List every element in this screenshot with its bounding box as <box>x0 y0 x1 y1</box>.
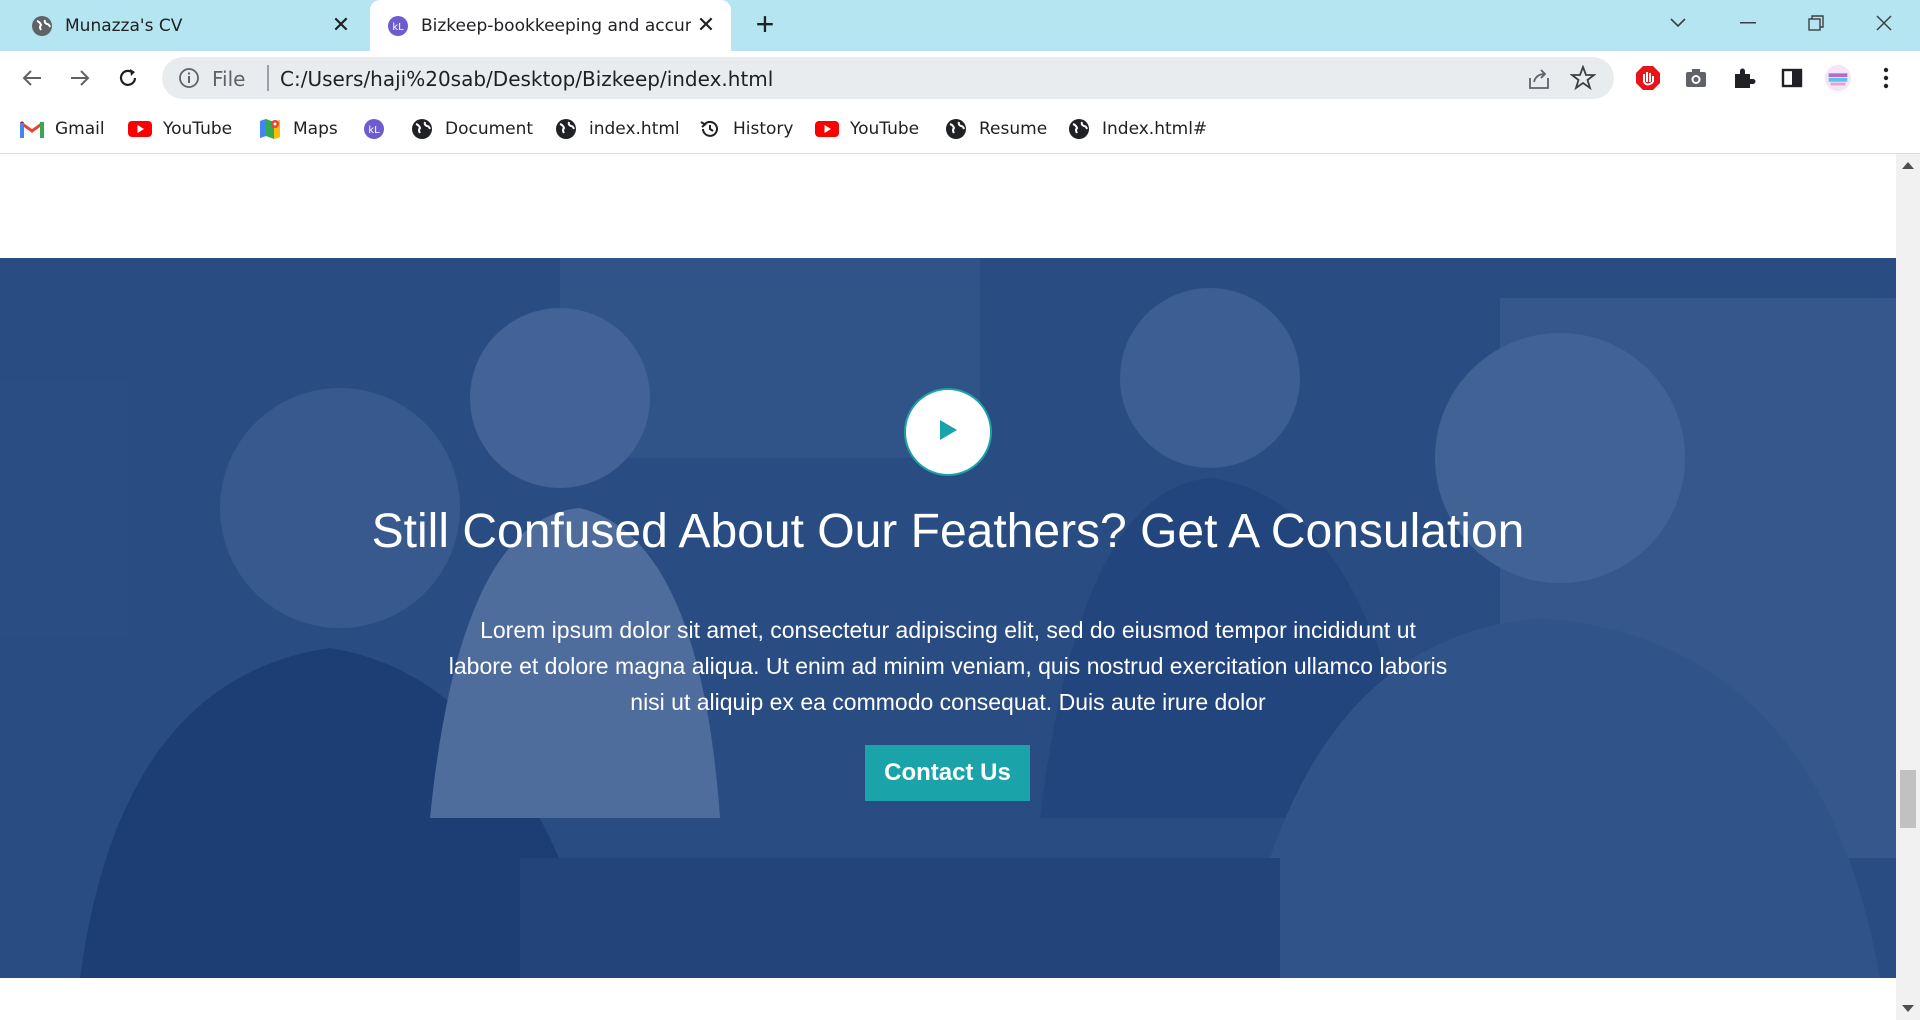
globe-icon <box>1067 117 1091 141</box>
page-viewport: Still Confused About Our Feathers? Get A… <box>0 154 1896 1020</box>
scroll-thumb[interactable] <box>1900 770 1916 828</box>
bookmark-document[interactable]: Document <box>410 115 533 143</box>
scroll-up-arrow-icon[interactable] <box>1902 162 1914 169</box>
play-video-button[interactable] <box>904 388 992 476</box>
url-text[interactable]: C:/Users/haji%20sab/Desktop/Bizkeep/inde… <box>280 67 773 91</box>
bookmark-site[interactable]: kL <box>362 115 397 143</box>
side-panel-icon[interactable] <box>1778 64 1806 92</box>
close-tab-icon[interactable]: ✕ <box>326 13 356 38</box>
bookmark-label: Resume <box>979 119 1048 139</box>
restore-icon[interactable] <box>1794 6 1838 40</box>
bookmark-label: YouTube <box>850 119 920 139</box>
new-tab-button[interactable]: + <box>748 8 782 42</box>
share-icon[interactable] <box>1526 66 1552 92</box>
maps-icon <box>258 117 282 141</box>
info-icon[interactable] <box>178 67 200 89</box>
globe-icon <box>944 117 968 141</box>
youtube-icon <box>815 117 839 141</box>
tab-title: Bizkeep-bookkeeping and accun <box>421 15 691 36</box>
bookmark-star-icon[interactable] <box>1569 64 1597 91</box>
bookmark-label: Maps <box>293 119 338 139</box>
contact-us-button[interactable]: Contact Us <box>865 745 1030 801</box>
site-logo-icon: kL <box>362 117 386 141</box>
url-scheme: File <box>212 67 246 91</box>
close-window-icon[interactable] <box>1862 6 1906 40</box>
gmail-icon <box>20 117 44 141</box>
bookmark-label: Document <box>445 119 534 139</box>
profile-avatar-icon[interactable] <box>1824 64 1852 92</box>
bookmark-youtube-2[interactable]: YouTube <box>815 115 919 143</box>
bookmark-label: Index.html# <box>1102 119 1208 139</box>
camera-extension-icon[interactable] <box>1682 64 1710 92</box>
bookmark-index-html[interactable]: index.html <box>554 115 680 143</box>
page-scrollbar[interactable] <box>1896 154 1920 1020</box>
close-tab-icon[interactable]: ✕ <box>691 13 721 38</box>
svg-text:kL: kL <box>368 125 380 136</box>
browser-toolbar: File C:/Users/haji%20sab/Desktop/Bizkeep… <box>0 51 1920 105</box>
scroll-down-arrow-icon[interactable] <box>1902 1005 1914 1012</box>
tab-search-icon[interactable] <box>1656 6 1700 40</box>
divider <box>267 65 269 91</box>
bookmark-index-hash[interactable]: Index.html# <box>1067 115 1207 143</box>
bookmark-youtube[interactable]: YouTube <box>128 115 232 143</box>
forward-icon[interactable] <box>62 60 98 96</box>
history-icon <box>698 117 722 141</box>
site-logo-icon: kL <box>387 15 409 37</box>
globe-icon <box>410 117 434 141</box>
youtube-icon <box>128 117 152 141</box>
extensions-puzzle-icon[interactable] <box>1730 64 1758 92</box>
bookmark-label: index.html <box>589 119 680 139</box>
bookmarks-bar: Gmail YouTube Maps kL Document index.htm… <box>0 105 1920 154</box>
bookmark-history[interactable]: History <box>698 115 793 143</box>
globe-icon <box>31 15 53 37</box>
consultation-hero: Still Confused About Our Feathers? Get A… <box>0 258 1896 978</box>
play-icon <box>937 418 959 447</box>
adblock-extension-icon[interactable] <box>1634 64 1662 92</box>
svg-text:kL: kL <box>392 22 404 33</box>
tab-title: Munazza's CV <box>65 15 183 36</box>
minimize-icon[interactable] <box>1726 6 1770 40</box>
bookmark-resume[interactable]: Resume <box>944 115 1047 143</box>
hero-description: Lorem ipsum dolor sit amet, consectetur … <box>448 617 1448 715</box>
tab-strip: Munazza's CV ✕ kL Bizkeep-bookkeeping an… <box>0 0 1920 51</box>
address-bar[interactable]: File C:/Users/haji%20sab/Desktop/Bizkeep… <box>162 57 1614 99</box>
tab-bizkeep[interactable]: kL Bizkeep-bookkeeping and accun ✕ <box>370 0 731 51</box>
tab-munazzas-cv[interactable]: Munazza's CV ✕ <box>14 0 366 51</box>
bookmark-label: Gmail <box>55 119 105 139</box>
back-icon[interactable] <box>14 60 50 96</box>
bookmark-maps[interactable]: Maps <box>258 115 338 143</box>
globe-icon <box>554 117 578 141</box>
bookmark-gmail[interactable]: Gmail <box>20 115 105 143</box>
bookmark-label: History <box>733 119 794 139</box>
reload-icon[interactable] <box>110 60 146 96</box>
menu-kebab-icon[interactable] <box>1872 64 1900 92</box>
hero-title: Still Confused About Our Feathers? Get A… <box>371 505 1525 558</box>
bookmark-label: YouTube <box>163 119 233 139</box>
